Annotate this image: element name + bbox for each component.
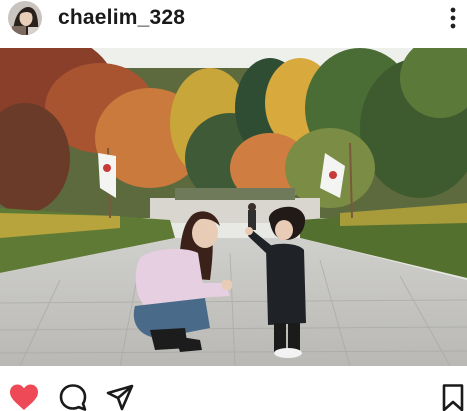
instagram-post: chaelim_328 <box>0 0 467 411</box>
more-options-icon[interactable] <box>447 6 459 32</box>
comment-icon[interactable] <box>58 383 88 411</box>
bookmark-icon[interactable] <box>441 383 467 411</box>
profile-avatar[interactable] <box>8 1 42 35</box>
post-action-bar <box>0 370 467 411</box>
post-header: chaelim_328 <box>0 0 467 40</box>
post-photo[interactable] <box>0 48 467 366</box>
post-username[interactable]: chaelim_328 <box>58 6 185 30</box>
send-icon[interactable] <box>105 383 135 411</box>
heart-icon[interactable] <box>9 383 39 411</box>
